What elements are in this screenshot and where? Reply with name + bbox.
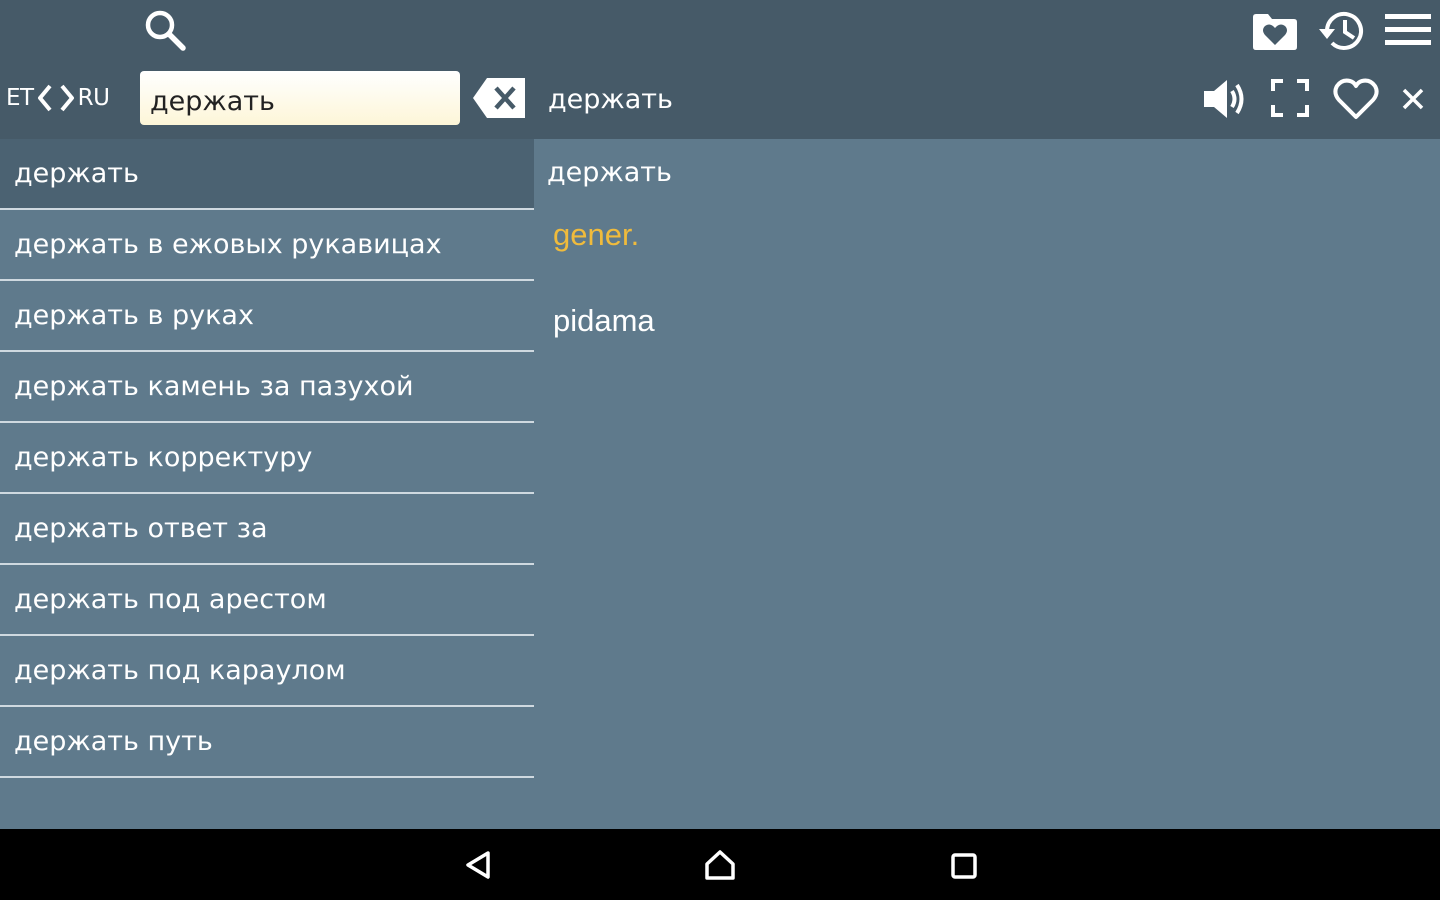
- menu-icon[interactable]: [1384, 10, 1432, 50]
- list-item[interactable]: держать камень за пазухой: [0, 352, 534, 423]
- source-language: ET: [6, 85, 34, 111]
- home-icon[interactable]: [698, 845, 742, 885]
- language-switch[interactable]: ET RU: [6, 80, 110, 116]
- search-input[interactable]: [140, 71, 460, 125]
- search-icon[interactable]: [140, 6, 190, 54]
- list-item[interactable]: держать под арестом: [0, 565, 534, 636]
- list-item[interactable]: держать: [0, 139, 534, 210]
- target-language: RU: [77, 85, 110, 111]
- dictionary-app: ET RU держать держать держать держать в …: [0, 0, 1440, 900]
- headword: держать: [547, 157, 672, 188]
- translation-text[interactable]: pidama: [553, 303, 655, 339]
- translation-pane: держать gener. pidama: [534, 139, 1440, 827]
- clear-icon[interactable]: [470, 74, 528, 122]
- favorites-folder-icon[interactable]: [1250, 8, 1300, 54]
- speaker-icon[interactable]: [1198, 74, 1250, 124]
- current-word: держать: [548, 84, 673, 115]
- list-item[interactable]: держать в ежовых рукавицах: [0, 210, 534, 281]
- subject-label: gener.: [553, 217, 640, 252]
- back-icon[interactable]: [456, 845, 500, 885]
- list-item[interactable]: держать ответ за: [0, 494, 534, 565]
- recents-icon[interactable]: [942, 847, 986, 885]
- heart-icon[interactable]: [1330, 74, 1382, 124]
- fullscreen-icon[interactable]: [1268, 76, 1312, 120]
- system-navigation-bar: [0, 829, 1440, 900]
- close-icon[interactable]: [1396, 82, 1430, 116]
- chevron-right-icon[interactable]: [56, 81, 78, 115]
- list-item[interactable]: держать под караулом: [0, 636, 534, 707]
- top-toolbar: ET RU держать: [0, 0, 1440, 139]
- list-item[interactable]: держать в руках: [0, 281, 534, 352]
- list-item[interactable]: держать путь: [0, 707, 534, 778]
- list-item[interactable]: держать корректуру: [0, 423, 534, 494]
- suggestion-list: держать держать в ежовых рукавицах держа…: [0, 139, 534, 827]
- chevron-left-icon[interactable]: [34, 81, 56, 115]
- history-icon[interactable]: [1316, 6, 1368, 56]
